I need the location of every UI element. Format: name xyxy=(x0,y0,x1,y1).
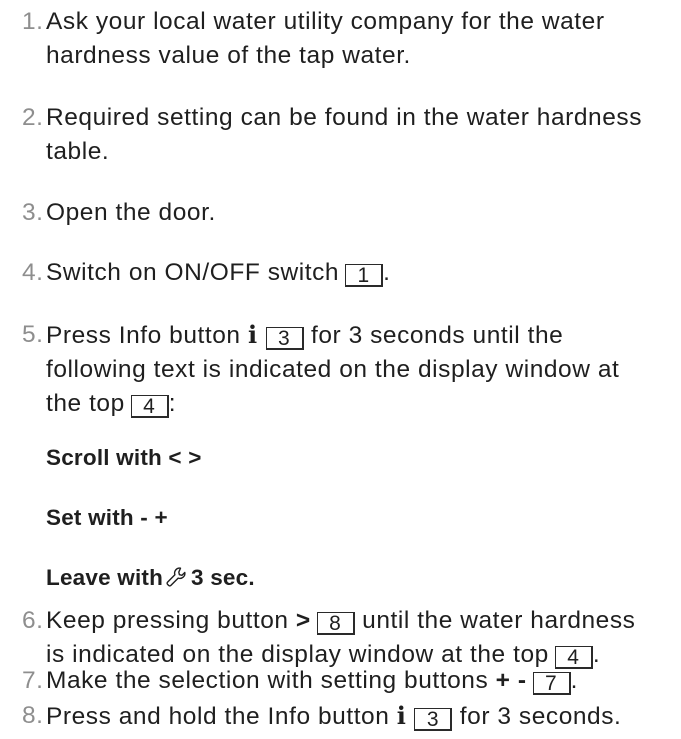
step-text-line: Switch on ON/OFF switch 1. xyxy=(46,256,676,290)
info-symbol: i xyxy=(247,320,258,349)
step-text-line: following text is indicated on the displ… xyxy=(46,356,620,383)
step-text: Required setting can be found in the wat… xyxy=(46,101,676,169)
component-ref-box: 3 xyxy=(414,708,453,731)
step-number: 2. xyxy=(22,104,44,131)
step-text-line: table. xyxy=(46,138,110,165)
wrench-icon xyxy=(166,567,186,587)
button-symbol: > xyxy=(295,607,311,634)
step-text-segment: the top xyxy=(46,390,125,417)
step-text-line: Keep pressing button >8 until the water … xyxy=(46,604,676,638)
button-symbol: + - xyxy=(495,667,527,694)
step-text: Press and hold the Info button i3 for 3 … xyxy=(46,699,676,734)
step-text-segment: . xyxy=(570,667,578,694)
step-text-segment: Keep pressing button xyxy=(46,607,289,634)
step-text-segment: . xyxy=(383,259,391,286)
step-text-line: Open the door. xyxy=(46,199,216,226)
step-text-segment: until the water hardness xyxy=(362,607,636,634)
step-text-line: hardness value of the tap water. xyxy=(46,42,411,69)
step-text-segment: for 3 seconds until the xyxy=(310,322,564,349)
step-text: Ask your local water utility company for… xyxy=(46,5,676,73)
display-line-segment: 3 sec. xyxy=(191,565,255,590)
step-text: Press Info button i3 for 3 seconds until… xyxy=(46,318,676,421)
display-line-scroll: Scroll with < > xyxy=(46,445,202,470)
component-ref-box: 1 xyxy=(345,264,384,287)
info-symbol: i xyxy=(396,701,407,730)
step-text-segment: Make the selection with setting buttons xyxy=(46,667,489,694)
step-text: Switch on ON/OFF switch 1. xyxy=(46,256,676,290)
component-ref-box: 3 xyxy=(265,327,304,350)
step-text: Open the door. xyxy=(46,196,676,230)
step-number: 7. xyxy=(22,667,44,694)
step-number: 5. xyxy=(22,321,44,348)
step-text-segment: : xyxy=(168,390,177,417)
component-ref-box: 4 xyxy=(130,395,169,418)
step-text-line: Required setting can be found in the wat… xyxy=(46,104,642,131)
step-text-segment: Switch on ON/OFF switch xyxy=(46,259,340,286)
step-text: Make the selection with setting buttons … xyxy=(46,664,676,698)
step-text-line: Press Info button i3 for 3 seconds until… xyxy=(46,318,676,353)
display-line-leave: Leave with 3 sec. xyxy=(46,563,255,593)
step-number: 4. xyxy=(22,259,44,286)
step-text-line: Press and hold the Info button i3 for 3 … xyxy=(46,699,676,734)
step-text-segment: Press Info button xyxy=(46,322,241,349)
step-text-line: the top 4: xyxy=(46,387,676,421)
step-number: 6. xyxy=(22,607,44,634)
display-line-segment: Leave with xyxy=(46,565,164,590)
display-line-set: Set with - + xyxy=(46,505,168,530)
step-number: 8. xyxy=(22,702,44,729)
step-text: Keep pressing button >8 until the water … xyxy=(46,604,676,672)
step-text-line: Ask your local water utility company for… xyxy=(46,8,605,35)
step-text-segment: for 3 seconds. xyxy=(459,703,622,730)
step-text-segment: Press and hold the Info button xyxy=(46,703,390,730)
step-text-line: Make the selection with setting buttons … xyxy=(46,664,676,698)
component-ref-box: 7 xyxy=(532,672,571,695)
step-number: 1. xyxy=(22,8,44,35)
component-ref-box: 8 xyxy=(316,612,355,635)
step-number: 3. xyxy=(22,199,44,226)
